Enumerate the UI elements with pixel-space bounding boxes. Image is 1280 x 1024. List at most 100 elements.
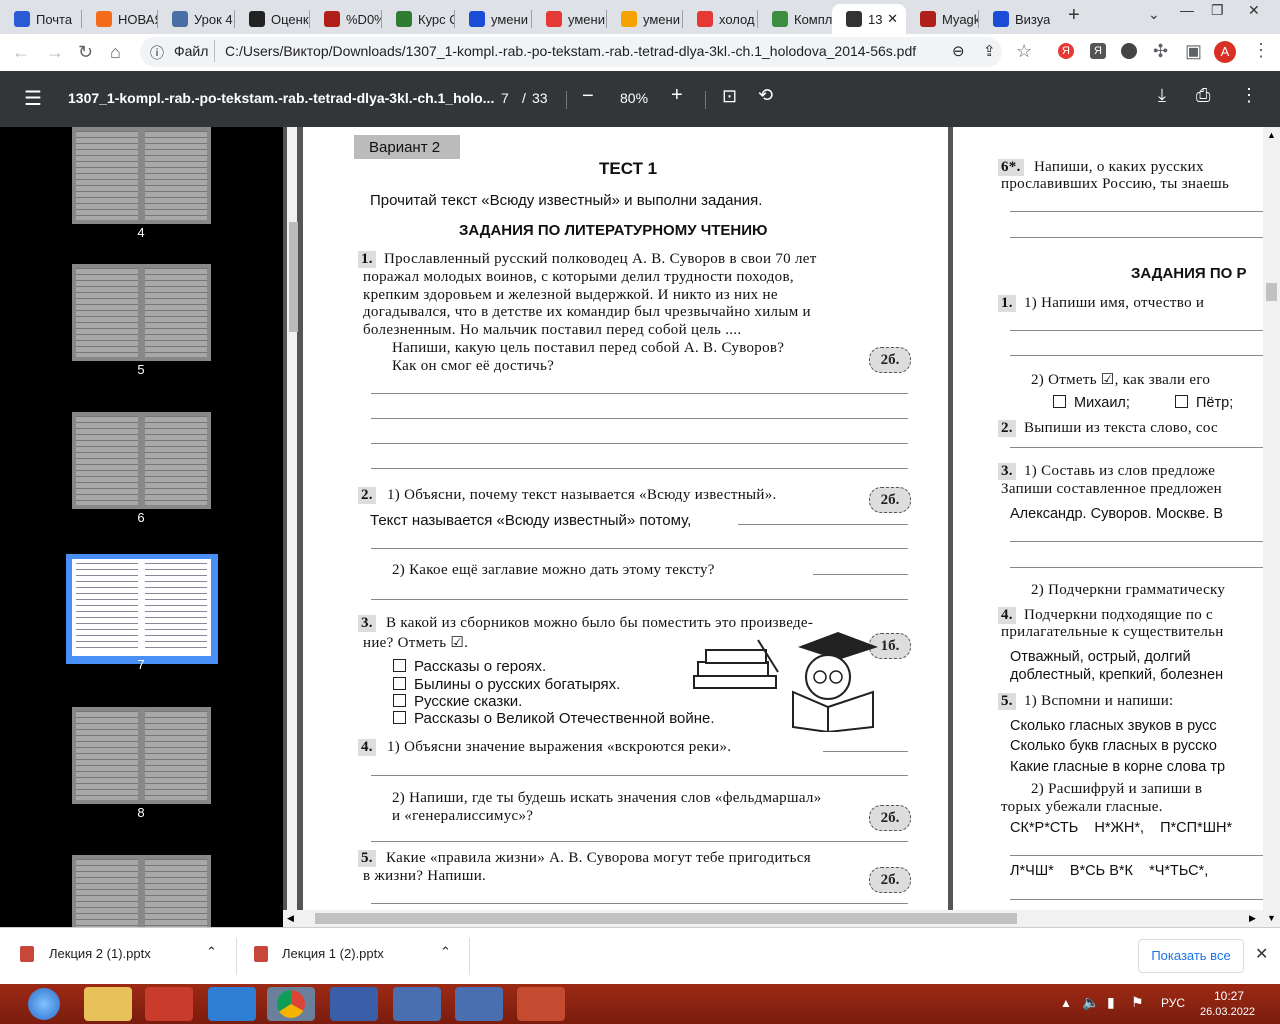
bookmark-star-icon[interactable]: ☆ (1016, 41, 1032, 62)
info-icon[interactable]: ⓘ (150, 43, 164, 63)
browser-tab[interactable]: умени (532, 4, 607, 34)
browser-tab[interactable]: %D0% (310, 4, 382, 34)
powerpoint-icon[interactable] (517, 987, 565, 1021)
checkbox-icon[interactable] (1175, 395, 1188, 408)
tab-search-icon[interactable]: ⌄ (1148, 6, 1160, 23)
checkbox-icon[interactable] (393, 659, 406, 672)
browser-tab[interactable]: Компл (758, 4, 832, 34)
forward-button[interactable]: → (46, 42, 64, 63)
checkbox-icon[interactable] (1053, 395, 1066, 408)
answer-line (1010, 567, 1280, 568)
language-indicator[interactable]: РУС (1161, 996, 1185, 1010)
browser-tab[interactable]: холод (683, 4, 758, 34)
q3-words: Александр. Суворов. Москве. В (1010, 506, 1224, 522)
zoom-icon[interactable]: ⊖ (952, 42, 965, 60)
zoom-out-button[interactable]: − (582, 85, 594, 108)
more-options-icon[interactable]: ⋮ (1240, 85, 1258, 106)
back-button[interactable]: ← (12, 42, 30, 63)
yandex-extension-icon[interactable]: Я (1058, 43, 1074, 59)
scroll-left-icon[interactable]: ◀ (287, 913, 294, 924)
page-number-input[interactable]: 7 (501, 90, 509, 106)
browser-tab[interactable]: Оценк (235, 4, 310, 34)
pinterest-icon[interactable] (1121, 43, 1137, 59)
yandex-bookmarks-icon[interactable]: Я (1090, 43, 1106, 59)
checkbox-icon[interactable] (393, 694, 406, 707)
chevron-up-icon[interactable]: ⌃ (206, 944, 217, 960)
reading-boy-illustration (693, 632, 878, 732)
scroll-thumb[interactable] (315, 913, 1017, 924)
rotate-icon[interactable]: ⟲ (758, 85, 773, 106)
print-icon[interactable]: ⎙ (1196, 85, 1210, 106)
flag-icon[interactable]: ⚑ (1131, 994, 1144, 1011)
start-button[interactable] (28, 988, 60, 1020)
download-item[interactable]: Лекция 2 (1).pptx ⌃ (0, 928, 236, 985)
url-text[interactable]: C:/Users/Виктор/Downloads/1307_1-kompl.-… (225, 43, 916, 59)
home-button[interactable]: ⌂ (110, 42, 121, 63)
browser-tab[interactable]: умени (607, 4, 683, 34)
new-tab-button[interactable]: + (1068, 4, 1080, 27)
volume-icon[interactable]: 🔈 (1082, 994, 1099, 1011)
download-item[interactable]: Лекция 1 (2).pptx ⌃ (237, 928, 469, 985)
show-all-button[interactable]: Показать все (1138, 939, 1244, 973)
download-icon[interactable]: ⤓ (1158, 85, 1166, 106)
browser-tab[interactable]: НОВАЯ (82, 4, 158, 34)
network-icon[interactable]: ▮ (1107, 994, 1115, 1011)
tray-arrow-icon[interactable]: ▲ (1060, 996, 1072, 1010)
q3-text-line: ние? Отметь ☑. (363, 635, 469, 651)
extensions-icon[interactable]: ✣ (1153, 41, 1168, 62)
clock-date[interactable]: 26.03.2022 (1200, 1006, 1255, 1018)
pdf-viewer[interactable]: Вариант 2 ТЕСТ 1 Прочитай текст «Всюду и… (283, 127, 1280, 927)
app-icon[interactable] (145, 987, 193, 1021)
profile-avatar[interactable]: A (1214, 41, 1236, 63)
minimize-button[interactable]: — (1180, 2, 1194, 18)
side-panel-icon[interactable]: ▣ (1185, 41, 1202, 62)
address-bar[interactable]: ⓘ Файл C:/Users/Виктор/Downloads/1307_1-… (140, 37, 1002, 67)
browser-tab[interactable]: умени (455, 4, 532, 34)
chrome-icon[interactable] (267, 987, 315, 1021)
document-icon[interactable] (393, 987, 441, 1021)
scroll-up-icon[interactable]: ▲ (1267, 130, 1276, 140)
browser-tab[interactable]: Почта (0, 4, 82, 34)
browser-tab[interactable]: Визуа (979, 4, 1055, 34)
explorer-icon[interactable] (84, 987, 132, 1021)
option-item: Рассказы о Великой Отечественной войне. (393, 710, 715, 727)
scroll-right-icon[interactable]: ▶ (1249, 913, 1256, 924)
menu-icon[interactable]: ⋮ (1252, 40, 1270, 61)
browser-tab[interactable]: 13 ✕ (832, 4, 906, 34)
page-thumbnail[interactable] (72, 707, 211, 804)
vertical-scrollbar[interactable]: ▲ ▼ (1263, 127, 1280, 927)
fit-page-icon[interactable]: ⊡ (722, 86, 737, 107)
close-window-button[interactable]: ✕ (1248, 2, 1260, 19)
scroll-thumb[interactable] (1266, 283, 1277, 301)
page-thumbnail[interactable] (72, 559, 211, 656)
sidebar-menu-icon[interactable]: ☰ (24, 86, 42, 111)
search-icon (469, 11, 485, 27)
close-tab-icon[interactable]: ✕ (887, 11, 898, 27)
internet-explorer-icon[interactable] (208, 987, 256, 1021)
browser-tab[interactable]: Курс С (382, 4, 455, 34)
restore-button[interactable]: ❐ (1211, 2, 1224, 19)
browser-tab[interactable]: Урок 4 (158, 4, 235, 34)
page-thumbnail[interactable] (72, 412, 211, 509)
inner-scrollbar-thumb[interactable] (289, 222, 298, 332)
document-icon[interactable] (455, 987, 503, 1021)
share-icon[interactable]: ⇪ (983, 42, 996, 60)
reload-button[interactable]: ↻ (78, 42, 93, 63)
zoom-level[interactable]: 80% (620, 90, 648, 106)
zoom-in-button[interactable]: + (671, 84, 683, 107)
horizontal-scrollbar[interactable]: ◀ ▶ (283, 910, 1263, 927)
close-downloads-icon[interactable]: ✕ (1255, 944, 1268, 964)
page-thumbnail[interactable] (72, 127, 211, 224)
thumbnail-page-number: 8 (137, 805, 145, 820)
thumbnail-page-number: 7 (137, 657, 145, 672)
page-thumbnail[interactable] (72, 264, 211, 361)
clock-time[interactable]: 10:27 (1214, 989, 1244, 1003)
word-icon[interactable] (330, 987, 378, 1021)
checkbox-icon[interactable] (393, 711, 406, 724)
q1-text-line: болезненным. Но мальчик поставил перед с… (363, 322, 742, 338)
checkbox-icon[interactable] (393, 677, 406, 690)
browser-tab[interactable]: Myagk (906, 4, 979, 34)
chevron-up-icon[interactable]: ⌃ (440, 944, 451, 960)
scroll-down-icon[interactable]: ▼ (1267, 913, 1276, 923)
inner-scrollbar[interactable] (287, 127, 298, 910)
